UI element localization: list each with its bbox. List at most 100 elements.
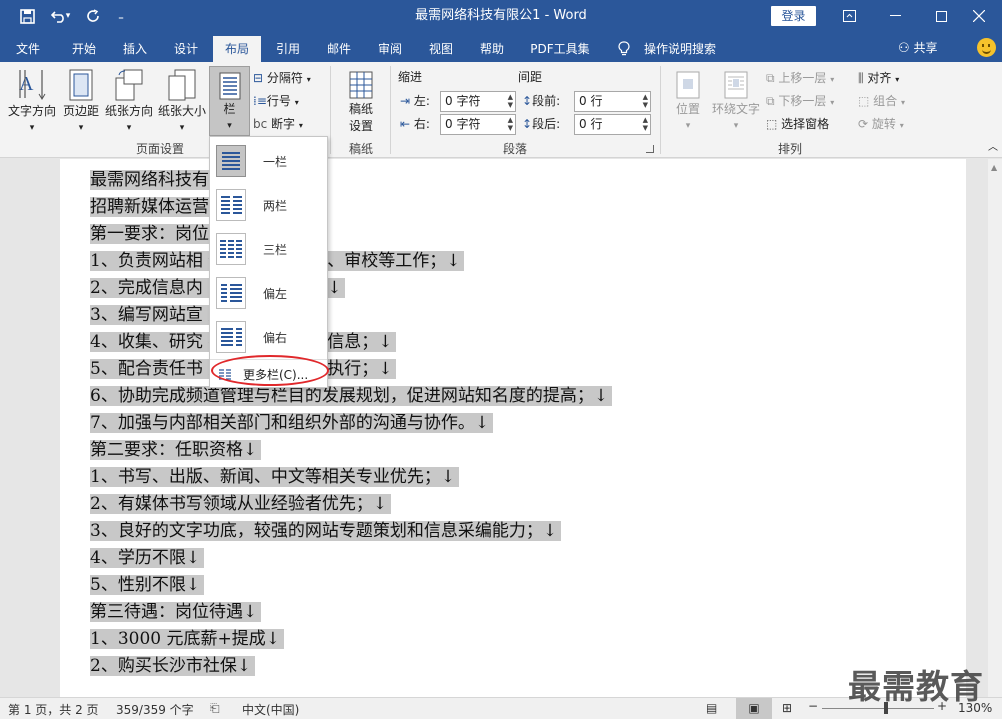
doc-line[interactable]: 1、负责网站相 信息搜集、书写、审校等工作；↓ [90, 248, 730, 275]
indent-right-icon: ⇤ [400, 117, 411, 131]
doc-line[interactable]: 4、学历不限↓ [90, 545, 730, 572]
document-body[interactable]: 最需网络科技有 招聘新媒体运营 第一要求：岗位 1、负责网站相 信息搜集、书写、… [90, 167, 730, 680]
rotate-button[interactable]: ⟳ 旋转 ▾ [858, 114, 904, 134]
breaks-button[interactable]: ⊟ 分隔符 ▾ [253, 68, 311, 88]
line-numbers-button[interactable]: ⁞≡行号 ▾ [253, 91, 299, 111]
selection-pane-button[interactable]: ⬚ 选择窗格 [766, 114, 829, 134]
read-mode-icon[interactable]: ▤ [706, 701, 717, 715]
spacing-before-label: ↕段前: [522, 94, 561, 108]
doc-line[interactable]: 3、编写网站宣 产品资料；↓ [90, 302, 730, 329]
tell-me-search[interactable]: 操作说明搜索 [640, 36, 720, 62]
redo-icon[interactable] [78, 0, 108, 32]
scroll-up-icon[interactable]: ▲ [991, 163, 1000, 173]
proofing-icon[interactable]: ⎗ [210, 701, 220, 716]
spacing-after-icon: ↕ [522, 117, 533, 131]
share-button[interactable]: ⚇ 共享 [898, 36, 938, 60]
doc-line[interactable]: 1、3000 元底薪+提成↓ [90, 626, 730, 653]
spinner-arrows-icon[interactable]: ▲ ▼ [643, 116, 648, 132]
indent-right-input[interactable]: 0 字符 ▲ ▼ [440, 114, 516, 135]
tab-references[interactable]: 引用 [264, 36, 312, 62]
align-icon: ⫼ [858, 71, 864, 85]
page-setup-group-label: 页面设置 [135, 142, 184, 156]
align-button[interactable]: ⫼ 对齐 ▾ [858, 68, 899, 88]
vertical-scrollbar[interactable]: ▲ [988, 159, 1002, 697]
doc-line[interactable]: 2、完成信息内 常更新与维护；↓ [90, 275, 730, 302]
feedback-smiley-icon[interactable] [977, 38, 996, 57]
doc-line[interactable]: 第一要求：岗位 [90, 221, 730, 248]
tab-view[interactable]: 视图 [417, 36, 465, 62]
zoom-out-icon[interactable]: − [808, 699, 818, 713]
columns-option-right[interactable]: 偏右 [210, 315, 327, 359]
columns-dropdown-menu: 一栏 两栏 三栏 偏左 偏右 更多栏(C)... [209, 136, 328, 388]
send-backward-button[interactable]: ⧉ 下移一层 ▾ [766, 91, 834, 111]
tab-pdf-tools[interactable]: PDF工具集 [522, 36, 598, 62]
spacing-after-input[interactable]: 0 行 ▲ ▼ [574, 114, 651, 135]
customize-quick-access-icon[interactable]: ₌ [106, 0, 136, 32]
columns-option-three[interactable]: 三栏 [210, 227, 327, 271]
ribbon-display-options-icon[interactable] [826, 0, 872, 32]
line-numbers-icon: ⁞≡ [253, 94, 267, 108]
lightbulb-icon[interactable] [614, 36, 634, 62]
spacing-before-input[interactable]: 0 行 ▲ ▼ [574, 91, 651, 112]
doc-line[interactable]: 5、性别不限↓ [90, 572, 730, 599]
doc-line[interactable]: 第二要求：任职资格↓ [90, 437, 730, 464]
manuscript-settings-button[interactable]: 稿纸 设置 [338, 70, 384, 134]
doc-line[interactable]: 最需网络科技有 [90, 167, 730, 194]
word-count-status[interactable]: 359/359 个字 [116, 701, 194, 718]
text-direction-button[interactable]: A 文字方向 ▾ [4, 68, 60, 133]
spinner-arrows-icon[interactable]: ▲ ▼ [508, 93, 513, 109]
print-layout-icon[interactable]: ▣ [736, 698, 772, 719]
title-bar: ▾ ₌ 最需网络科技有限公1 - Word 登录 [0, 0, 1002, 32]
doc-line[interactable]: 2、购买长沙市社保↓ [90, 653, 730, 680]
login-button[interactable]: 登录 [771, 6, 816, 26]
doc-line[interactable]: 5、配合责任书 广活动，并参与执行；↓ [90, 356, 730, 383]
doc-line[interactable]: 2、有媒体书写领域从业经验者优先；↓ [90, 491, 730, 518]
tab-review[interactable]: 审阅 [366, 36, 414, 62]
paragraph-group-label: 段落 [502, 142, 527, 156]
indent-left-input[interactable]: 0 字符 ▲ ▼ [440, 91, 516, 112]
group-button[interactable]: ⬚ 组合 ▾ [858, 91, 905, 111]
doc-line[interactable]: 4、收集、研究 者的意见和反馈信息；↓ [90, 329, 730, 356]
columns-option-left[interactable]: 偏左 [210, 271, 327, 315]
tab-help[interactable]: 帮助 [468, 36, 516, 62]
tab-file[interactable]: 文件 [4, 36, 52, 62]
page-count-status[interactable]: 第 1 页，共 2 页 [8, 701, 99, 718]
more-columns-menu-item[interactable]: 更多栏(C)... [212, 363, 325, 385]
web-layout-icon[interactable]: ⊞ [782, 701, 792, 715]
columns-option-one[interactable]: 一栏 [210, 139, 327, 183]
breaks-icon: ⊟ [253, 71, 264, 85]
columns-button-content[interactable]: 栏 ▾ [209, 72, 250, 131]
position-button[interactable]: 位置 ▾ [668, 70, 708, 131]
close-icon[interactable] [956, 0, 1002, 32]
minimize-icon[interactable] [872, 0, 918, 32]
collapse-ribbon-icon[interactable]: ︿ [988, 138, 998, 158]
doc-line[interactable]: 1、书写、出版、新闻、中文等相关专业优先；↓ [90, 464, 730, 491]
tab-mailings[interactable]: 邮件 [315, 36, 363, 62]
indent-left-icon: ⇥ [400, 94, 411, 108]
doc-line[interactable]: 3、良好的文字功底，较强的网站专题策划和信息采编能力；↓ [90, 518, 730, 545]
orientation-button[interactable]: 纸张方向 ▾ [102, 68, 156, 133]
doc-line[interactable]: 7、加强与内部相关部门和组织外部的沟通与协作。↓ [90, 410, 730, 437]
group-separator [660, 66, 661, 154]
paragraph-dialog-launcher-icon[interactable] [646, 145, 654, 153]
columns-option-two[interactable]: 两栏 [210, 183, 327, 227]
zoom-slider[interactable] [822, 708, 934, 709]
hyphenation-button[interactable]: bc 断字 ▾ [253, 114, 303, 134]
tab-design[interactable]: 设计 [162, 36, 210, 62]
undo-dropdown-icon[interactable]: ▾ [62, 0, 74, 32]
tab-home[interactable]: 开始 [60, 36, 108, 62]
spinner-arrows-icon[interactable]: ▲ ▼ [508, 116, 513, 132]
doc-line[interactable]: 第三待遇：岗位待遇↓ [90, 599, 730, 626]
save-icon[interactable] [12, 0, 42, 32]
bring-forward-button[interactable]: ⧉ 上移一层 ▾ [766, 68, 834, 88]
margins-button[interactable]: 页边距 ▾ [60, 68, 102, 133]
orientation-icon [115, 69, 143, 101]
spinner-arrows-icon[interactable]: ▲ ▼ [643, 93, 648, 109]
paper-size-button[interactable]: 纸张大小 ▾ [156, 68, 208, 133]
wrap-text-button[interactable]: 环绕文字 ▾ [710, 70, 762, 131]
tab-layout[interactable]: 布局 [213, 36, 261, 62]
language-status[interactable]: 中文(中国) [242, 701, 299, 718]
tab-insert[interactable]: 插入 [111, 36, 159, 62]
doc-line[interactable]: 招聘新媒体运营 [90, 194, 730, 221]
doc-line[interactable]: 6、协助完成频道管理与栏目的发展规划，促进网站知名度的提高；↓ [90, 383, 730, 410]
